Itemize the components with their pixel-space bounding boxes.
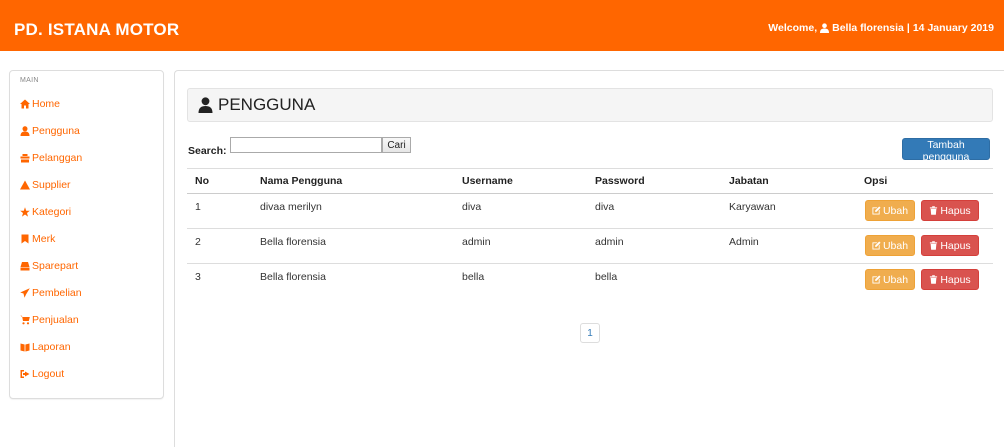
trash-icon	[930, 241, 938, 250]
sidebar-item-label: Penjualan	[32, 314, 79, 326]
edit-icon	[872, 275, 881, 284]
user-icon	[20, 126, 30, 136]
edit-button[interactable]: Ubah	[865, 269, 915, 290]
cell-no: 1	[195, 201, 201, 213]
edit-icon	[872, 206, 881, 215]
sidebar-item-home[interactable]: Home	[20, 96, 60, 112]
cell-username: bella	[462, 271, 485, 283]
tower-icon	[20, 154, 30, 163]
cell-nama: Bella florensia	[260, 271, 326, 283]
sidebar-item-label: Sparepart	[32, 260, 79, 272]
cell-username: admin	[462, 236, 491, 248]
sidebar-item-merk[interactable]: Merk	[20, 231, 55, 247]
search-input[interactable]	[230, 137, 382, 153]
sidebar-item-kategori[interactable]: Kategori	[20, 204, 71, 220]
edit-icon	[872, 241, 881, 250]
book-icon	[20, 343, 30, 352]
sidebar-item-label: Merk	[32, 233, 56, 245]
cell-jabatan: Karyawan	[729, 201, 776, 213]
sidebar-item-logout[interactable]: Logout	[20, 366, 64, 382]
edit-label: Ubah	[882, 273, 909, 286]
cell-password: bella	[595, 271, 618, 283]
sidebar-item-label: Laporan	[32, 341, 71, 353]
column-header-username: Username	[462, 175, 513, 187]
sidebar: MAIN Home Pengguna Pelanggan Supplier Ka…	[9, 70, 164, 399]
add-user-button[interactable]: Tambah pengguna	[902, 138, 990, 163]
column-header-password: Password	[595, 175, 645, 187]
bookmark-icon	[21, 234, 29, 244]
delete-label: Hapus	[940, 273, 971, 286]
trash-icon	[930, 206, 938, 215]
plane-icon	[20, 288, 30, 298]
delete-button[interactable]: Hapus	[921, 269, 979, 290]
sidebar-item-supplier[interactable]: Supplier	[20, 177, 71, 193]
edit-button[interactable]: Ubah	[865, 200, 915, 221]
sidebar-item-label: Home	[32, 98, 61, 110]
pagination-page-1[interactable]: 1	[580, 323, 600, 343]
cell-username: diva	[462, 201, 482, 213]
cart-icon	[20, 315, 30, 325]
sidebar-item-label: Pelanggan	[32, 152, 83, 164]
welcome-separator: |	[906, 22, 910, 34]
sidebar-heading: MAIN	[20, 77, 39, 84]
logout-icon	[20, 370, 30, 378]
welcome-text: Welcome, Bella florensia | 14 January 20…	[768, 22, 994, 34]
sidebar-item-label: Supplier	[32, 179, 71, 191]
edit-label: Ubah	[882, 239, 909, 252]
delete-label: Hapus	[940, 239, 971, 252]
user-icon	[820, 23, 830, 33]
row-divider	[187, 228, 993, 229]
column-header-nama: Nama Pengguna	[260, 175, 343, 187]
sidebar-item-label: Pembelian	[32, 287, 82, 299]
search-button[interactable]: Cari	[382, 137, 411, 153]
welcome-prefix: Welcome,	[768, 22, 818, 34]
delete-label: Hapus	[940, 204, 971, 217]
trash-icon	[930, 275, 938, 284]
cell-no: 2	[195, 236, 201, 248]
sidebar-item-pengguna[interactable]: Pengguna	[20, 123, 80, 139]
top-navbar: PD. ISTANA MOTOR Welcome, Bella florensi…	[0, 0, 1004, 51]
tent-icon	[20, 180, 30, 190]
column-header-opsi: Opsi	[864, 175, 888, 187]
row-divider	[187, 263, 993, 264]
brand-title[interactable]: PD. ISTANA MOTOR	[14, 20, 179, 40]
welcome-user: Bella florensia	[832, 22, 904, 34]
page-title: PENGGUNA	[218, 95, 316, 114]
table-header-divider	[187, 193, 993, 194]
edit-button[interactable]: Ubah	[865, 235, 915, 256]
hdd-icon	[20, 262, 30, 271]
divider	[187, 168, 993, 169]
user-icon	[198, 97, 213, 113]
sidebar-item-label: Pengguna	[32, 125, 80, 137]
cell-jabatan: Admin	[729, 236, 759, 248]
search-label: Search:	[188, 145, 227, 157]
main-panel: PENGGUNA Search: Cari Tambah pengguna No…	[174, 70, 1004, 447]
cell-password: diva	[595, 201, 615, 213]
cell-nama: divaa merilyn	[260, 201, 322, 213]
home-icon	[20, 99, 30, 109]
page-header: PENGGUNA	[187, 88, 993, 122]
star-icon	[20, 207, 30, 217]
cell-no: 3	[195, 271, 201, 283]
sidebar-item-label: Logout	[32, 368, 65, 380]
sidebar-item-label: Kategori	[32, 206, 72, 218]
cell-password: admin	[595, 236, 624, 248]
delete-button[interactable]: Hapus	[921, 235, 979, 256]
sidebar-item-sparepart[interactable]: Sparepart	[20, 258, 78, 274]
edit-label: Ubah	[882, 204, 909, 217]
welcome-date: 14 January 2019	[912, 22, 994, 34]
sidebar-item-pelanggan[interactable]: Pelanggan	[20, 150, 82, 166]
cell-nama: Bella florensia	[260, 236, 326, 248]
sidebar-item-pembelian[interactable]: Pembelian	[20, 285, 82, 301]
sidebar-item-laporan[interactable]: Laporan	[20, 339, 71, 355]
column-header-jabatan: Jabatan	[729, 175, 769, 187]
column-header-no: No	[195, 175, 209, 187]
sidebar-item-penjualan[interactable]: Penjualan	[20, 312, 79, 328]
delete-button[interactable]: Hapus	[921, 200, 979, 221]
